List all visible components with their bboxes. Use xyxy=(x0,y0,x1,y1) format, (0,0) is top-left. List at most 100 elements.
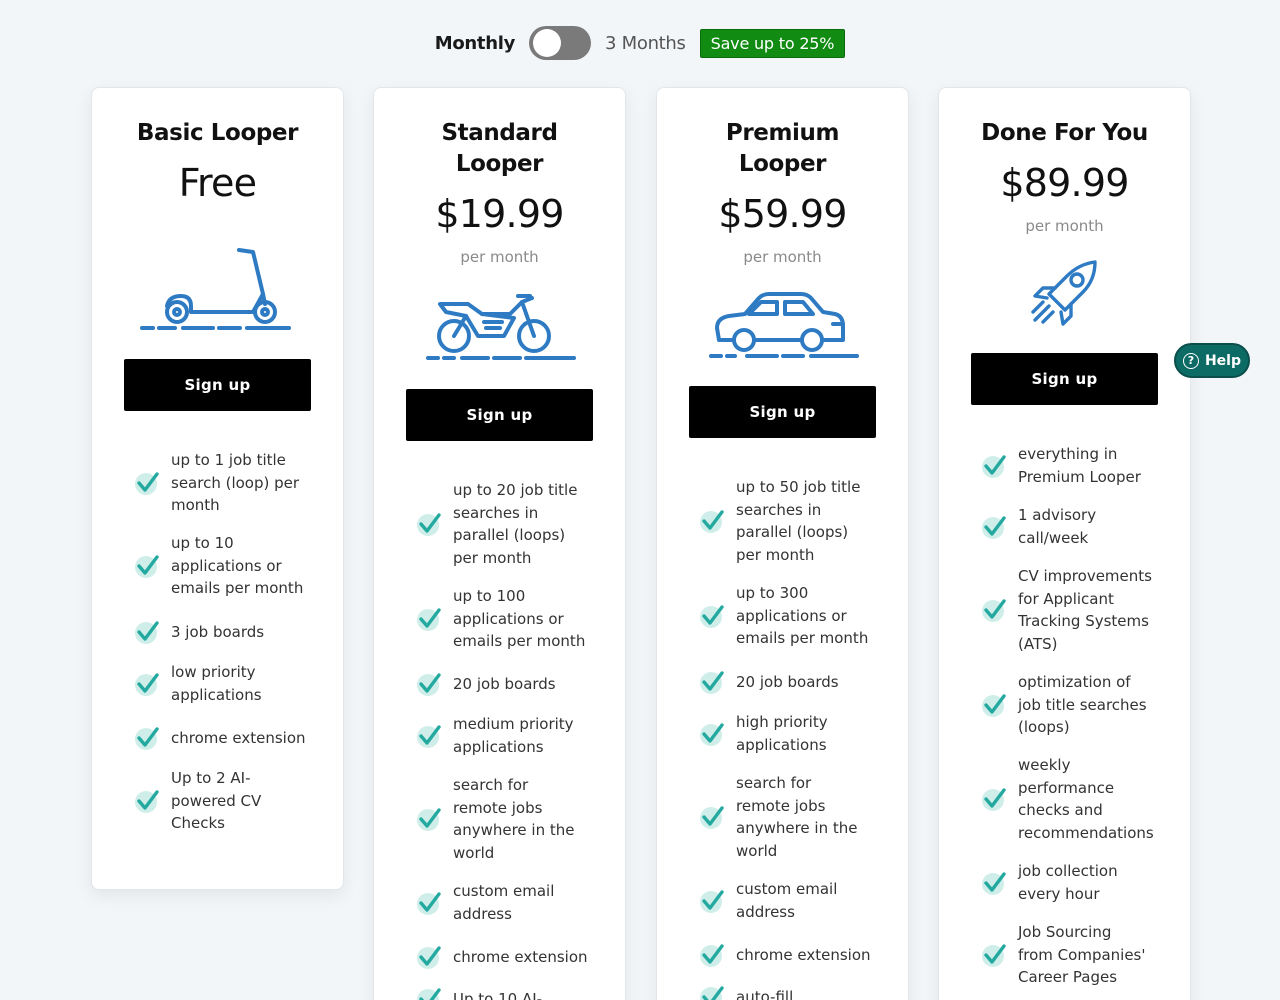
plan-card-basic: Basic Looper Free Sign up up to 1 job ti… xyxy=(91,87,344,890)
feature-item: custom email address xyxy=(416,880,616,925)
billing-period-switch[interactable] xyxy=(529,26,592,60)
monthly-label[interactable]: Monthly xyxy=(435,33,516,54)
plan-name: Done For You xyxy=(939,118,1190,149)
feature-item: weekly performance checks and recommendatio… xyxy=(981,754,1181,844)
sign-up-button[interactable]: Sign up xyxy=(406,389,593,441)
three-months-label[interactable]: 3 Months xyxy=(605,33,686,54)
feature-item: auto-fill xyxy=(699,984,899,1000)
checkmark-icon xyxy=(135,472,159,495)
feature-item: low priority applications xyxy=(134,661,334,706)
checkmark-icon xyxy=(417,513,441,536)
checkmark-icon xyxy=(135,790,159,813)
plan-name: Premium Looper xyxy=(657,118,908,180)
feature-item: up to 300 applications or emails per month xyxy=(699,582,899,650)
checkmark-icon xyxy=(982,599,1006,622)
checkmark-icon xyxy=(700,671,724,694)
sign-up-button[interactable]: Sign up xyxy=(124,359,311,411)
checkmark-icon xyxy=(982,788,1006,811)
feature-item: up to 1 job title search (loop) per month xyxy=(134,449,334,517)
feature-text: 3 job boards xyxy=(171,622,265,641)
motorcycle-icon xyxy=(426,294,576,360)
feature-text: 20 job boards xyxy=(453,674,556,693)
checkmark-icon xyxy=(982,871,1006,895)
plan-price: Free xyxy=(178,161,257,205)
checkmark-icon xyxy=(700,944,724,967)
checkmark-icon xyxy=(417,891,441,915)
checkmark-icon xyxy=(982,694,1006,717)
plan-name-line: Done For You xyxy=(981,120,1148,146)
feature-text: job collection every hour xyxy=(1018,862,1118,903)
feature-text: Job Sourcing from Companies' Career Pages xyxy=(1018,923,1146,986)
feature-item: Job Sourcing from Companies' Career Pages xyxy=(981,921,1181,989)
feature-text: custom email address xyxy=(736,880,838,921)
billing-toggle: Monthly 3 Months Save up to 25% xyxy=(0,24,1280,62)
feature-text: chrome extension xyxy=(453,947,588,966)
feature-item: high priority applications xyxy=(699,711,899,756)
plan-card-standard: Standard Looper $19.99 per month Sign up… xyxy=(373,87,626,1000)
plan-card-premium: Premium Looper $59.99 per month Sign up … xyxy=(656,87,909,1000)
feature-item: chrome extension xyxy=(699,942,899,968)
feature-item: Up to 10 AI- xyxy=(416,986,616,1000)
feature-text: search for remote jobs anywhere in the worl… xyxy=(453,776,575,862)
checkmark-icon xyxy=(417,673,441,696)
checkmark-icon xyxy=(135,621,159,644)
plan-name: Basic Looper xyxy=(92,118,343,149)
feature-item: 20 job boards xyxy=(699,669,899,695)
checkmark-icon xyxy=(982,515,1006,539)
feature-text: optimization of job title searches (loops) xyxy=(1018,673,1147,736)
plan-name-line: Looper xyxy=(455,151,544,177)
feature-item: 3 job boards xyxy=(134,619,334,645)
feature-text: up to 300 applications or emails per month xyxy=(736,584,869,647)
checkmark-icon xyxy=(700,806,724,829)
feature-item: chrome extension xyxy=(416,944,616,970)
feature-item: medium priority applications xyxy=(416,713,616,758)
plan-name-line: Standard xyxy=(441,120,558,146)
checkmark-icon xyxy=(982,944,1006,967)
feature-item: up to 20 job title searches in parallel (l… xyxy=(416,479,616,569)
help-label: Help xyxy=(1204,352,1242,369)
feature-item: up to 100 applications or emails per month xyxy=(416,585,616,653)
plan-name-line: Basic Looper xyxy=(136,120,299,146)
help-button[interactable]: ? Help xyxy=(1174,343,1250,378)
price-period: per month xyxy=(743,248,822,266)
feature-text: up to 50 job title searches in parallel (l… xyxy=(736,478,861,564)
scooter-icon xyxy=(140,248,291,330)
feature-item: job collection every hour xyxy=(981,860,1181,905)
sign-up-button[interactable]: Sign up xyxy=(689,386,876,438)
feature-text: weekly performance checks and recommendatio… xyxy=(1018,756,1154,842)
feature-item: search for remote jobs anywhere in the worl… xyxy=(699,772,899,862)
plan-name-line: Premium xyxy=(725,120,840,146)
feature-item: chrome extension xyxy=(134,725,334,751)
feature-item: up to 50 job title searches in parallel (l… xyxy=(699,476,899,566)
feature-text: 1 advisory call/week xyxy=(1018,506,1097,547)
plan-name-line: Looper xyxy=(738,151,827,177)
checkmark-icon xyxy=(700,986,724,1000)
plan-name: Standard Looper xyxy=(374,118,625,180)
checkmark-icon xyxy=(700,889,724,913)
price-period: per month xyxy=(1025,217,1104,235)
checkmark-icon xyxy=(700,722,724,746)
feature-item: everything in Premium Looper xyxy=(981,443,1181,488)
checkmark-icon xyxy=(982,454,1006,478)
feature-text: Up to 10 AI- xyxy=(453,989,543,1000)
feature-text: auto-fill xyxy=(736,987,794,1000)
feature-text: chrome extension xyxy=(171,728,306,747)
feature-text: 20 job boards xyxy=(736,672,839,691)
feature-item: up to 10 applications or emails per month xyxy=(134,532,334,600)
plan-card-done-for-you: Done For You $89.99 per month Sign up ev… xyxy=(938,87,1191,1000)
rocket-icon xyxy=(1031,260,1097,326)
checkmark-icon xyxy=(417,724,441,748)
plan-price: $89.99 xyxy=(1000,161,1129,205)
car-icon xyxy=(709,292,859,358)
feature-text: Up to 2 AI-powered CV Checks xyxy=(171,769,262,832)
feature-text: up to 10 applications or emails per month xyxy=(171,534,304,597)
sign-up-button[interactable]: Sign up xyxy=(971,353,1158,405)
feature-item: Up to 2 AI-powered CV Checks xyxy=(134,767,334,835)
plan-price: $19.99 xyxy=(435,192,564,236)
question-circle-icon: ? xyxy=(1182,352,1199,369)
feature-text: chrome extension xyxy=(736,945,871,964)
checkmark-icon xyxy=(417,988,441,1000)
feature-text: up to 100 applications or emails per month xyxy=(453,587,586,650)
feature-text: search for remote jobs anywhere in the worl… xyxy=(736,774,858,860)
feature-item: optimization of job title searches (loops) xyxy=(981,671,1181,739)
